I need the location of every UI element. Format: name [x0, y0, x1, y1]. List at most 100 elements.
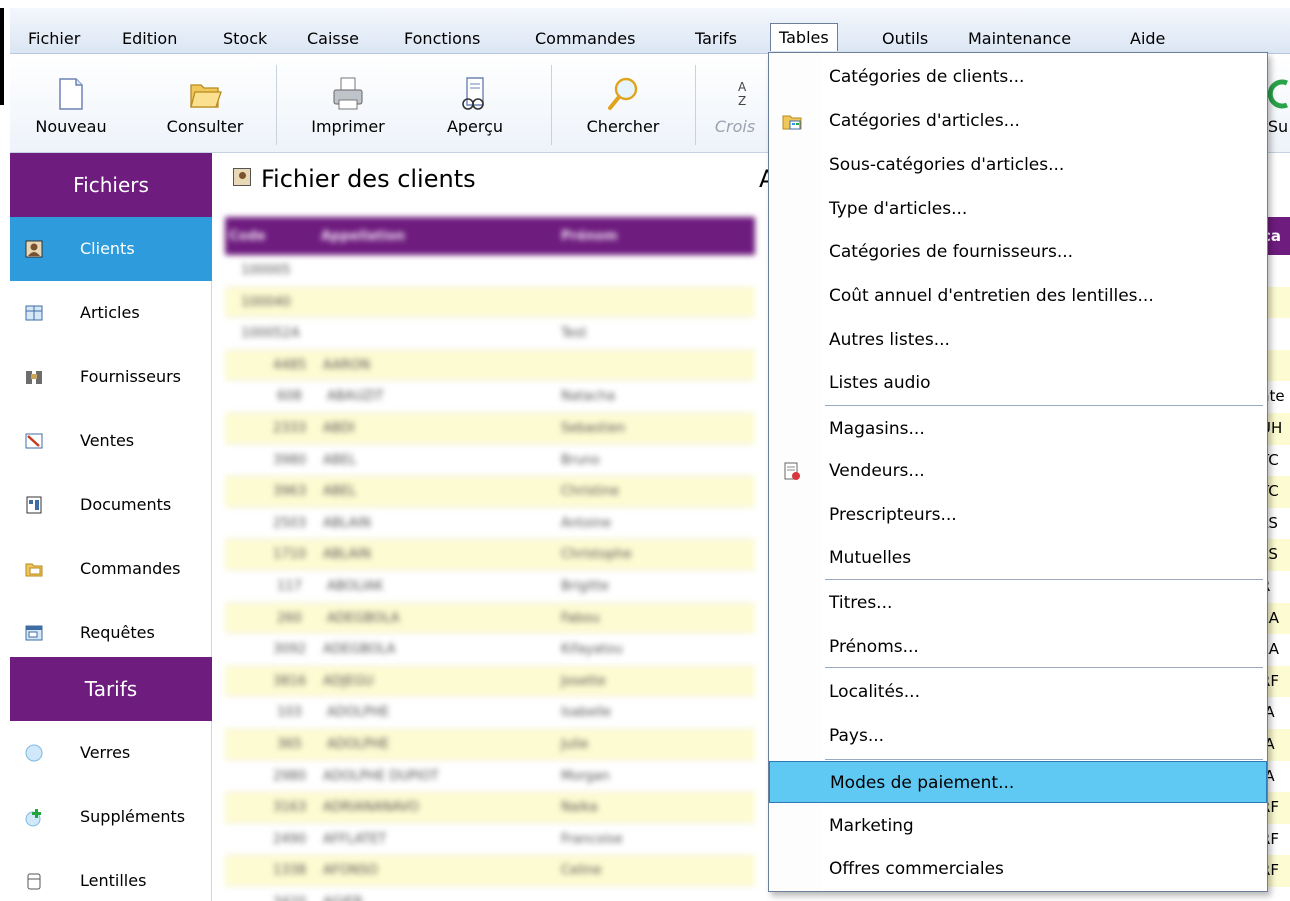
menu-item-cat-gories-de-fournisseurs[interactable]: Catégories de fournisseurs...: [769, 231, 1267, 273]
menu-item-pr-noms[interactable]: Prénoms...: [769, 626, 1267, 668]
svg-text:A: A: [738, 80, 747, 94]
table-row[interactable]: 2333 ABDI Sebastien: [225, 412, 755, 445]
table-row[interactable]: 608 ABAUZIT Natacha: [225, 381, 755, 413]
sidebar-item-lentilles[interactable]: Lentilles: [10, 849, 212, 901]
table-row[interactable]: 3420 AGIER: [225, 887, 755, 901]
articles-grid-icon: [25, 305, 43, 321]
menu-item-modes-de-paiement[interactable]: Modes de paiement...: [769, 761, 1267, 803]
table-cell: ABOLIAK: [327, 578, 384, 594]
sidebar-item-verres[interactable]: Verres: [10, 721, 212, 785]
menu-item-pays[interactable]: Pays...: [769, 715, 1267, 757]
table-row[interactable]: 100040: [225, 286, 755, 319]
table-row[interactable]: 3980 ABEL Bruno: [225, 445, 755, 477]
menu-fichier[interactable]: Fichier: [20, 25, 88, 53]
table-row[interactable]: 100005: [225, 255, 755, 287]
column-header-appellation[interactable]: Appellation: [321, 229, 405, 244]
new-document-icon: [59, 78, 83, 110]
table-cell: 608: [277, 389, 302, 405]
sidebar-item-supplements[interactable]: Suppléments: [10, 785, 212, 849]
table-row[interactable]: 2503 ABLAIN Antoine: [225, 508, 755, 540]
apercu-button[interactable]: Aperçu: [435, 55, 515, 153]
menu-item-magasins[interactable]: Magasins...: [769, 408, 1267, 450]
menu-item-vendeurs[interactable]: Vendeurs...: [769, 450, 1267, 492]
vendeurs-icon: [784, 462, 800, 480]
sidebar-item-fournisseurs[interactable]: Fournisseurs: [10, 345, 212, 409]
sidebar-item-commandes[interactable]: Commandes: [10, 537, 212, 601]
sidebar-section-fichiers[interactable]: Fichiers: [10, 153, 212, 217]
table-row[interactable]: 117 ABOLIAK Brigitte: [225, 571, 755, 603]
menu-outils[interactable]: Outils: [874, 25, 936, 53]
table-row[interactable]: 3963 ABEL Christine: [225, 476, 755, 508]
sidebar-section-tarifs[interactable]: Tarifs: [10, 657, 212, 721]
menu-item-autres-listes[interactable]: Autres listes...: [769, 319, 1267, 361]
tables-menu-dropdown: Catégories de clients... Catégories d'art…: [768, 52, 1268, 892]
menu-edition[interactable]: Edition: [114, 25, 185, 53]
table-row[interactable]: 100052 A Test: [225, 318, 755, 350]
sidebar-item-documents[interactable]: Documents: [10, 473, 212, 537]
toolbar-separator: [695, 65, 696, 145]
menu-caisse[interactable]: Caisse: [299, 25, 367, 53]
menu-maintenance[interactable]: Maintenance: [960, 25, 1079, 53]
clients-grid[interactable]: Code Appellation Prénom 100005 100040 1000…: [225, 217, 755, 901]
table-cell: AFONSO: [323, 863, 378, 879]
column-header-prenom[interactable]: Prénom: [561, 229, 618, 244]
sidebar-item-label: Clients: [80, 239, 135, 258]
menu-aide[interactable]: Aide: [1122, 25, 1173, 53]
table-row[interactable]: 103 ADOLPHE Isabelle: [225, 697, 755, 729]
column-header-code[interactable]: Code: [229, 229, 266, 244]
table-row[interactable]: 260 ADEGBOLA Fabou: [225, 602, 755, 635]
menu-item-mutuelles[interactable]: Mutuelles: [769, 537, 1267, 579]
menu-stock[interactable]: Stock: [215, 25, 275, 53]
chercher-button[interactable]: Chercher: [568, 55, 678, 153]
sidebar-item-articles[interactable]: Articles: [10, 281, 212, 345]
menu-item-cat-gories-de-clients[interactable]: Catégories de clients...: [769, 56, 1267, 98]
table-cell: ABLAIN: [323, 515, 371, 531]
menu-commandes[interactable]: Commandes: [527, 25, 643, 53]
table-row[interactable]: 1338 AFONSO Celine: [225, 855, 755, 887]
menu-tarifs[interactable]: Tarifs: [687, 25, 745, 53]
menu-item-marketing[interactable]: Marketing: [769, 805, 1267, 847]
table-row[interactable]: 3163 ADRIANANAVO Naika: [225, 792, 755, 824]
lens-icon: [25, 744, 43, 762]
sidebar-item-label: Articles: [80, 303, 140, 322]
sales-pen-icon: [25, 433, 43, 449]
sidebar-item-label: Requêtes: [80, 623, 155, 642]
consulter-label: Consulter: [166, 117, 244, 136]
table-cell: 117: [277, 578, 302, 594]
sidebar-item-ventes[interactable]: Ventes: [10, 409, 212, 473]
menu-item-titres[interactable]: Titres...: [769, 582, 1267, 624]
table-row[interactable]: 4485 AARON: [225, 349, 755, 382]
menu-item-listes-audio[interactable]: Listes audio: [769, 362, 1267, 404]
table-row[interactable]: 3092 ADEGBOLA Kifayatou: [225, 634, 755, 666]
menu-item-sous-cat-gories-d-articles[interactable]: Sous-catégories d'articles...: [769, 144, 1267, 186]
sidebar-item-clients[interactable]: Clients: [10, 217, 212, 281]
table-row[interactable]: 2490 AFFLATET Francoise: [225, 824, 755, 856]
menu-item-offres-commerciales[interactable]: Offres commerciales: [769, 848, 1267, 890]
table-cell: Brigitte: [561, 578, 609, 594]
menu-item-localit-s[interactable]: Localités...: [769, 671, 1267, 713]
table-row[interactable]: 365 ADOLPHE Julie: [225, 728, 755, 761]
sidebar-item-label: Lentilles: [80, 871, 147, 890]
sidebar-item-requetes[interactable]: Requêtes: [10, 601, 212, 665]
nouveau-button[interactable]: Nouveau: [26, 55, 116, 153]
croissant-button[interactable]: A Z Crois: [705, 55, 765, 153]
table-row[interactable]: 2980 ADOLPHE DUPIOT Morgan: [225, 761, 755, 793]
client-card-icon: [25, 240, 43, 258]
table-cell: 1338: [273, 863, 307, 879]
menu-item-type-d-articles[interactable]: Type d'articles...: [769, 188, 1267, 230]
sidebar-item-label: Documents: [80, 495, 172, 514]
table-row[interactable]: 1710 ABLAIN Christophe: [225, 539, 755, 571]
printer-icon: [333, 77, 363, 110]
table-row[interactable]: 3816 ADJEGU Josette: [225, 665, 755, 698]
menu-item-co-t-annuel-d-entretien-des-lentilles[interactable]: Coût annuel d'entretien des lentilles...: [769, 275, 1267, 317]
menu-fonctions[interactable]: Fonctions: [396, 25, 488, 53]
window-edge: [0, 8, 4, 105]
lens-plus-icon: [25, 809, 41, 827]
table-cell: ADJEGU: [323, 673, 374, 689]
consulter-button[interactable]: Consulter: [150, 55, 260, 153]
imprimer-button[interactable]: Imprimer: [293, 55, 403, 153]
menu-tables[interactable]: Tables: [770, 23, 838, 51]
table-cell: 100040: [241, 294, 291, 310]
menu-item-cat-gories-d-articles[interactable]: Catégories d'articles...: [769, 100, 1267, 142]
menu-item-prescripteurs[interactable]: Prescripteurs...: [769, 494, 1267, 536]
